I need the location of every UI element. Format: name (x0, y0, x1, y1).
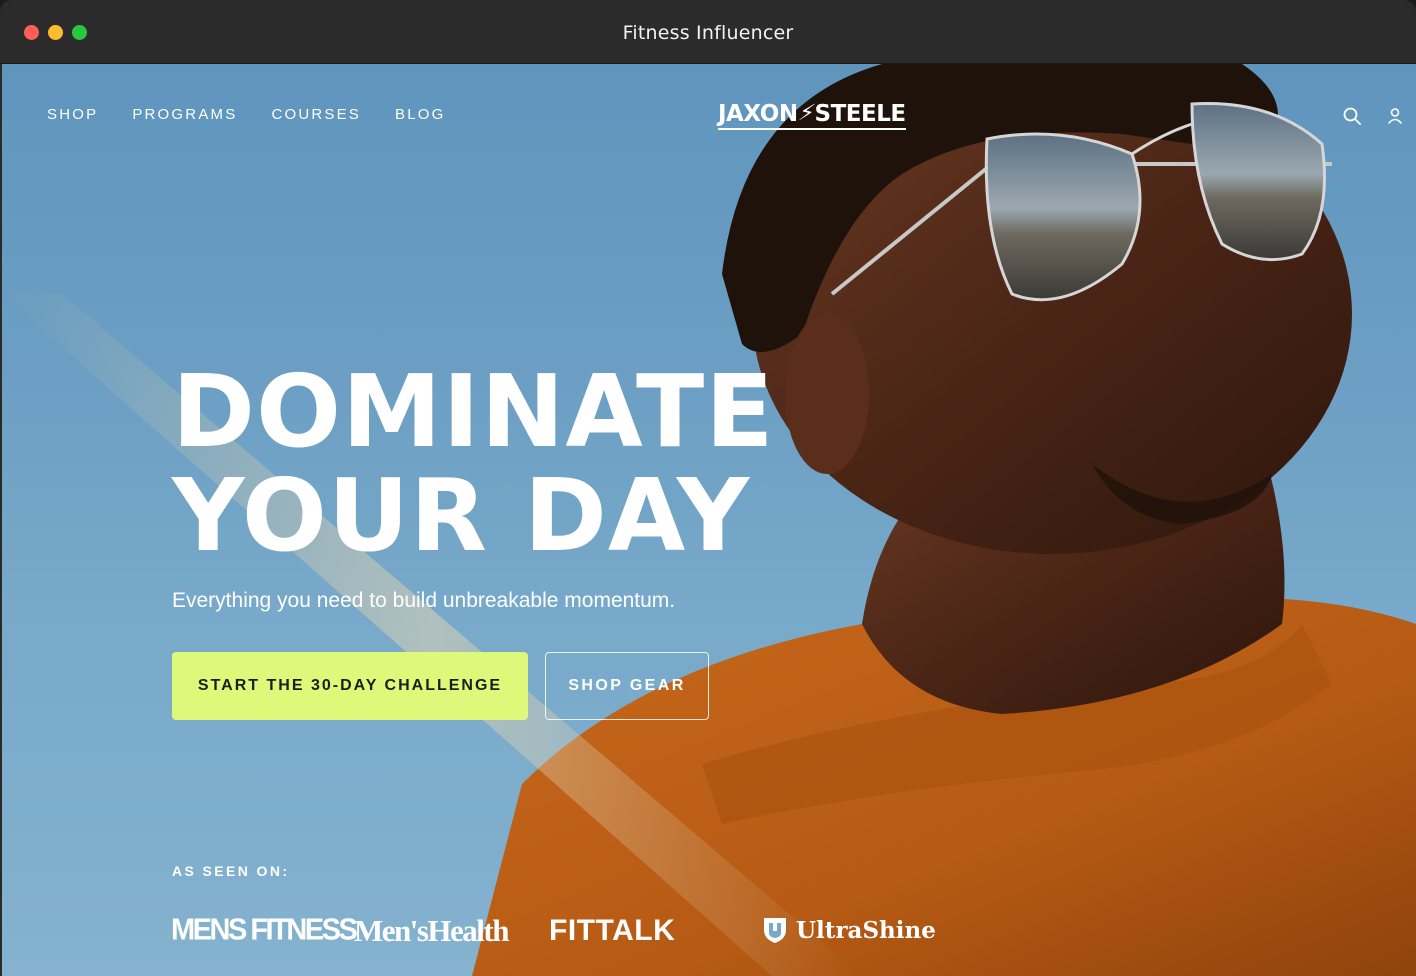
nav-shop-link[interactable]: SHOP (47, 106, 98, 123)
brand-logo[interactable]: JAXON ⚡ STEELE (718, 100, 906, 130)
press-logo-mens-health: Men'sHealth (354, 913, 510, 948)
browser-window: Fitness Influencer SHOP PROGRAMS COURSES… (0, 0, 1416, 976)
search-icon[interactable] (1342, 106, 1362, 126)
nav-courses-link[interactable]: COURSES (271, 106, 361, 123)
hero-title: DOMINATE YOUR DAY (172, 360, 775, 568)
account-icon[interactable] (1385, 106, 1405, 126)
hero-title-line1: DOMINATE (172, 353, 775, 470)
logo-text-left: JAXON (718, 100, 798, 127)
window-title: Fitness Influencer (622, 22, 794, 44)
press-logo-fittalk: FITTALK (549, 914, 676, 947)
page-viewport: SHOP PROGRAMS COURSES BLOG JAXON ⚡ STEEL… (2, 64, 1416, 976)
press-logo-mens-fitness: MENS FITNESS (171, 913, 358, 947)
shop-gear-button[interactable]: SHOP GEAR (545, 652, 709, 720)
nav-programs-link[interactable]: PROGRAMS (132, 106, 237, 123)
title-bar: Fitness Influencer (0, 0, 1416, 64)
ultrashine-text: UltraShine (796, 916, 936, 944)
start-challenge-button[interactable]: START THE 30-DAY CHALLENGE (172, 652, 528, 720)
as-seen-on-label: AS SEEN ON: (172, 863, 290, 879)
logo-text-right: STEELE (814, 100, 907, 127)
hero-title-line2: YOUR DAY (172, 457, 751, 574)
lightning-bolt-icon: ⚡ (795, 101, 817, 126)
hero-subtitle: Everything you need to build unbreakable… (172, 589, 676, 612)
nav-blog-link[interactable]: BLOG (395, 106, 445, 123)
primary-nav: SHOP PROGRAMS COURSES BLOG (47, 106, 480, 123)
press-logo-ultrashine: UltraShine (762, 916, 936, 944)
shield-icon (764, 918, 786, 943)
